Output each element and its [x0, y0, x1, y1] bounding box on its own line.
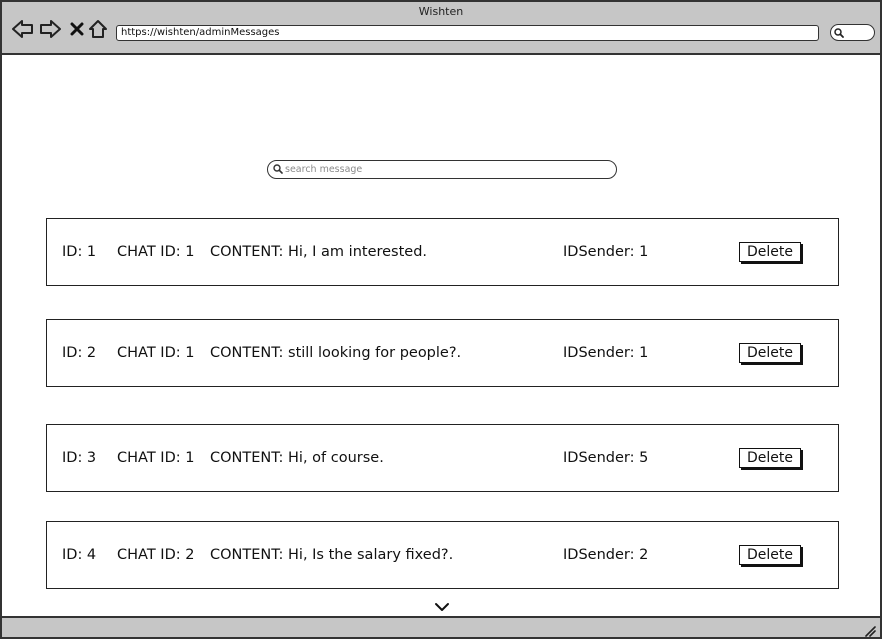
message-content: CONTENT: Hi, of course. — [210, 450, 384, 466]
message-content: CONTENT: Hi, Is the salary fixed?. — [210, 547, 454, 563]
sender-id: IDSender: 2 — [563, 547, 649, 563]
chat-id: CHAT ID: 2 — [117, 547, 195, 563]
browser-window: Wishten https://wishten/adminMessages ID… — [0, 0, 882, 639]
chat-id: CHAT ID: 1 — [117, 244, 195, 260]
chat-id: CHAT ID: 1 — [117, 345, 195, 361]
message-id: ID: 3 — [62, 450, 97, 466]
window-title: Wishten — [418, 5, 464, 18]
search-input[interactable] — [285, 162, 605, 176]
message-id: ID: 1 — [62, 244, 97, 260]
address-bar[interactable]: https://wishten/adminMessages — [116, 25, 819, 41]
sender-id: IDSender: 1 — [563, 345, 649, 361]
message-content: CONTENT: still looking for people?. — [210, 345, 462, 361]
chat-id: CHAT ID: 1 — [117, 450, 195, 466]
message-id: ID: 4 — [62, 547, 97, 563]
search-icon — [273, 164, 283, 174]
sender-id: IDSender: 5 — [563, 450, 649, 466]
delete-button[interactable]: Delete — [739, 545, 801, 565]
back-arrow-icon[interactable] — [12, 19, 34, 39]
sender-id: IDSender: 1 — [563, 244, 649, 260]
home-icon[interactable] — [87, 19, 109, 39]
message-row: ID: 4 CHAT ID: 2 CONTENT: Hi, Is the sal… — [46, 521, 839, 589]
status-bar — [2, 616, 880, 637]
delete-button[interactable]: Delete — [739, 448, 801, 468]
search-icon — [834, 28, 844, 38]
delete-button[interactable]: Delete — [739, 343, 801, 363]
message-id: ID: 2 — [62, 345, 97, 361]
forward-arrow-icon[interactable] — [39, 19, 61, 39]
message-row: ID: 3 CHAT ID: 1 CONTENT: Hi, of course.… — [46, 424, 839, 492]
resize-grip-icon[interactable] — [864, 622, 876, 637]
delete-button[interactable]: Delete — [739, 242, 801, 262]
message-content: CONTENT: Hi, I am interested. — [210, 244, 428, 260]
browser-toolbar: Wishten https://wishten/adminMessages — [2, 2, 880, 55]
message-search-box[interactable] — [267, 160, 617, 179]
message-row: ID: 2 CHAT ID: 1 CONTENT: still looking … — [46, 319, 839, 387]
chevron-down-icon[interactable] — [434, 598, 450, 611]
browser-search-field[interactable] — [830, 24, 875, 41]
message-row: ID: 1 CHAT ID: 1 CONTENT: Hi, I am inter… — [46, 218, 839, 286]
stop-icon[interactable] — [66, 19, 88, 39]
